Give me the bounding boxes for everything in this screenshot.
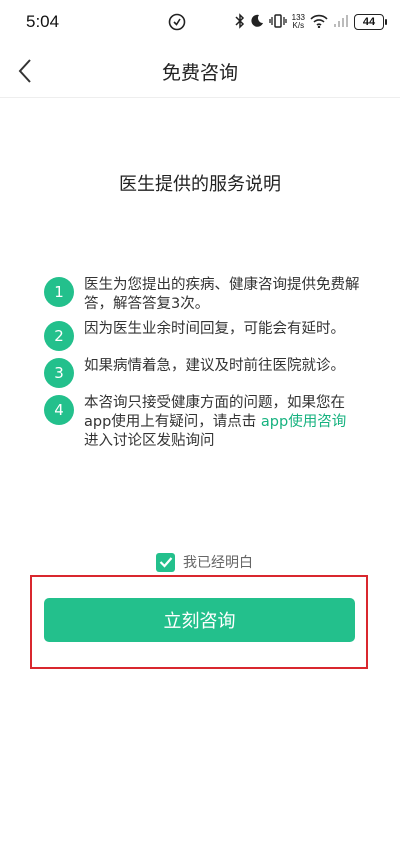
note-text: 因为医生业余时间回复，可能会有延时。 bbox=[84, 321, 345, 337]
note-text: 如果病情着急，建议及时前往医院就诊。 bbox=[84, 358, 345, 374]
number-badge: 2 bbox=[44, 321, 74, 351]
signal-icon bbox=[333, 14, 349, 31]
navbar: 免费咨询 bbox=[0, 44, 400, 98]
note-text-after: 进入讨论区发贴询问 bbox=[84, 433, 215, 449]
vibrate-icon bbox=[268, 13, 287, 31]
page-title: 免费咨询 bbox=[161, 62, 238, 84]
consult-now-button[interactable]: 立刻咨询 bbox=[44, 598, 355, 642]
net-speed-unit: K/s bbox=[292, 21, 305, 30]
status-time: 5:04 bbox=[26, 12, 60, 31]
net-speed: 133 K/s bbox=[292, 14, 305, 30]
status-icons: 133 K/s 44 bbox=[235, 12, 387, 32]
note-text: 医生为您提出的疾病、健康咨询提供免费解答，解答答复3次。 bbox=[84, 277, 360, 312]
number-badge: 3 bbox=[44, 358, 74, 388]
section-title: 医生提供的服务说明 bbox=[119, 174, 281, 195]
moon-icon bbox=[250, 14, 264, 31]
number-badge: 4 bbox=[44, 395, 74, 425]
agree-checkbox[interactable] bbox=[156, 552, 175, 572]
notification-icon bbox=[168, 13, 186, 31]
note-text: 本咨询只接受健康方面的问题，如果您在app使用上有疑问，请点击 app使用咨询 … bbox=[84, 394, 364, 451]
list-item: 3 如果病情着急，建议及时前往医院就诊。 bbox=[44, 357, 364, 388]
check-icon bbox=[159, 557, 172, 568]
agreement-row[interactable]: 我已经明白 bbox=[156, 552, 253, 572]
wifi-icon bbox=[310, 14, 328, 31]
app-help-link[interactable]: app使用咨询 bbox=[261, 414, 346, 430]
list-item: 4 本咨询只接受健康方面的问题，如果您在app使用上有疑问，请点击 app使用咨… bbox=[44, 394, 364, 451]
list-item: 2 因为医生业余时间回复，可能会有延时。 bbox=[44, 320, 364, 351]
list-item: 1 医生为您提出的疾病、健康咨询提供免费解答，解答答复3次。 bbox=[44, 276, 364, 314]
status-bar: 5:04 133 K/s 44 bbox=[0, 0, 400, 44]
notes-list: 1 医生为您提出的疾病、健康咨询提供免费解答，解答答复3次。 2 因为医生业余时… bbox=[44, 276, 364, 457]
bluetooth-icon bbox=[235, 12, 245, 32]
agree-label: 我已经明白 bbox=[183, 555, 253, 571]
battery-icon: 44 bbox=[354, 14, 387, 30]
number-badge: 1 bbox=[44, 277, 74, 307]
